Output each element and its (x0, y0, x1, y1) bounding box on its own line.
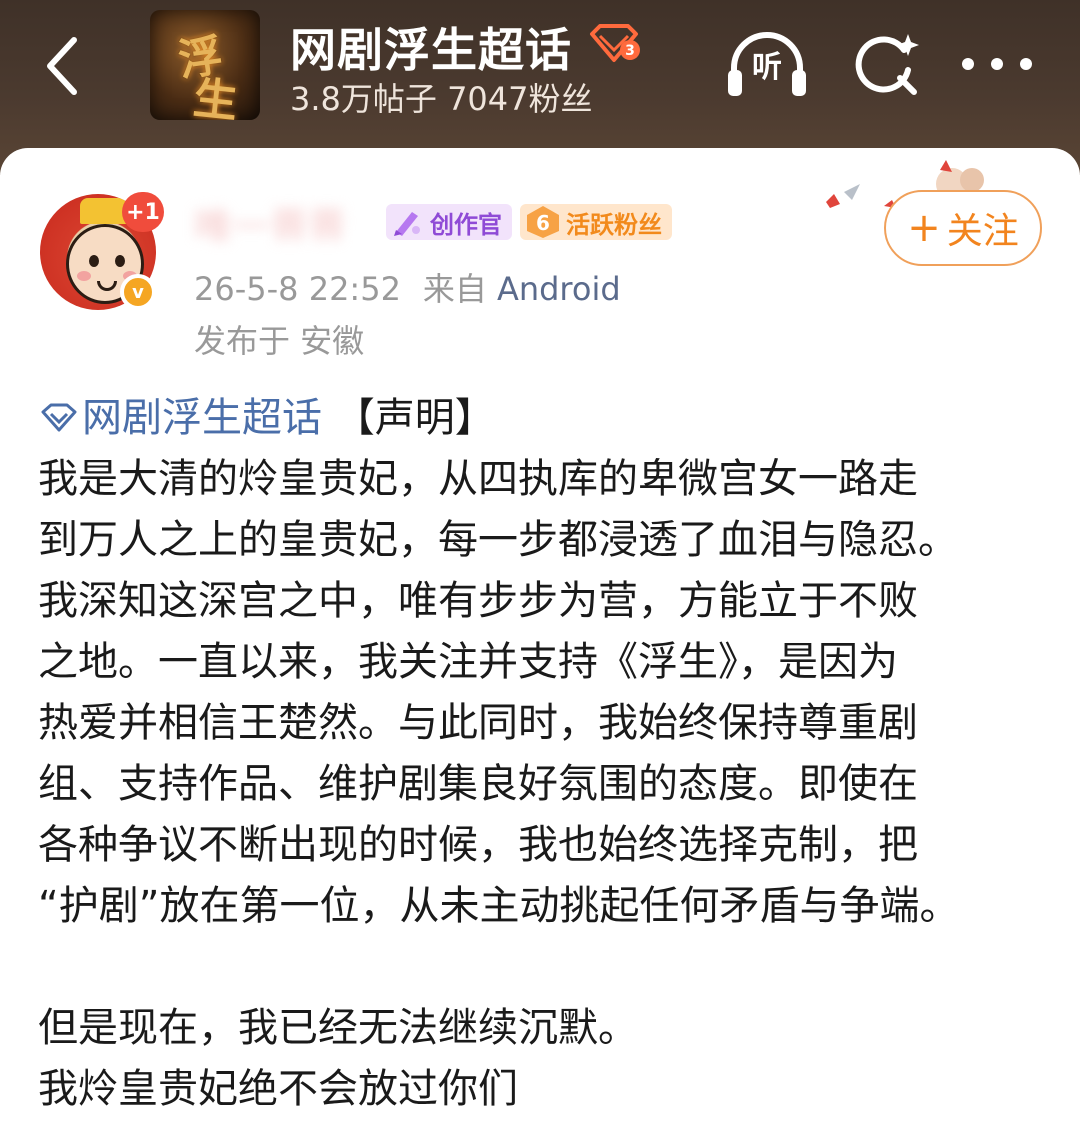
post-closing-line: 我炩皇贵妃绝不会放过你们 (38, 1066, 518, 1112)
creator-tag-label: 创作官 (430, 210, 502, 239)
post-closing-line: 但是现在，我已经无法继续沉默。 (38, 1005, 638, 1051)
post-text-line: 我是大清的炩皇贵妃，从四执库的卑微宫女一路走 (38, 456, 918, 502)
listen-button[interactable]: 听 (724, 30, 810, 102)
topic-link[interactable]: 网剧浮生超话 (38, 395, 335, 441)
listen-label: 听 (752, 50, 782, 85)
chevron-left-icon (47, 37, 77, 95)
verified-badge: v (120, 274, 156, 310)
follow-label: 关注 (946, 211, 1019, 252)
active-fan-label: 活跃粉丝 (566, 210, 662, 239)
back-button[interactable] (30, 28, 94, 104)
avatar-eye (115, 255, 125, 267)
more-dot-icon (962, 58, 974, 70)
post-timestamp: 26-5-8 22:52 (194, 270, 401, 308)
fan-level-number: 6 (536, 211, 550, 235)
search-button[interactable] (852, 30, 924, 102)
post-source-label: 来自 (422, 270, 487, 308)
post-source[interactable]: Android (497, 270, 621, 308)
avatar-eye (89, 255, 99, 267)
cover-char-2: 生 (190, 72, 241, 120)
creator-tag[interactable]: 创作官 (386, 204, 512, 240)
post-text-line: 热爱并相信王楚然。与此同时，我始终保持尊重剧 (38, 700, 918, 746)
search-sparkle-icon (855, 34, 919, 95)
post-text-line: 各种争议不断出现的时候，我也始终选择克制，把 (38, 822, 918, 868)
post-title-tag: 【声明】 (334, 395, 495, 441)
more-dot-icon (1020, 58, 1032, 70)
more-dot-icon (991, 58, 1003, 70)
author-username[interactable]: 唯一晋晋 (194, 196, 374, 240)
topic-title[interactable]: 网剧浮生超话 (290, 14, 572, 80)
topic-cover-image[interactable]: 浮 生 (150, 10, 260, 120)
more-options-button[interactable] (962, 44, 1032, 84)
post-text-line: “护剧”放在第一位，从未主动挑起任何矛盾与争端。 (38, 883, 960, 929)
topic-level-badge-icon: 3 (590, 24, 640, 62)
avatar-mouth (97, 281, 117, 291)
post-meta: 26-5-8 22:52 来自 Android (194, 264, 621, 310)
post-text-line: 我深知这深宫之中，唯有步步为营，方能立于不败 (38, 578, 918, 624)
post-body: 网剧浮生超话 【声明】 我是大清的炩皇贵妃，从四执库的卑微宫女一路走 到万人之上… (38, 388, 1048, 1120)
pen-icon (394, 212, 420, 236)
plus-icon: + (907, 205, 941, 251)
post-text-line: 组、支持作品、维护剧集良好氛围的态度。即使在 (38, 761, 918, 807)
post-text-line: 到万人之上的皇贵妃，每一步都浸透了血泪与隐忍。 (38, 517, 958, 563)
level-badge-number: 3 (625, 43, 635, 59)
topic-link-label: 网剧浮生超话 (82, 395, 322, 441)
plus-one-badge: +1 (122, 192, 164, 232)
avatar-blush (77, 271, 91, 281)
post-location: 发布于 安徽 (194, 322, 365, 360)
super-topic-diamond-icon (41, 403, 77, 432)
post-card: +1 v 唯一晋晋 创作官 6 活跃粉丝 26-5-8 22:52 来自 Andro… (0, 148, 1080, 1138)
active-fan-tag[interactable]: 6 活跃粉丝 (520, 204, 672, 240)
topic-stats: 3.8万帖子 7047粉丝 (290, 80, 593, 118)
post-title-line: 网剧浮生超话 【声明】 (38, 388, 1048, 449)
follow-button[interactable]: + 关注 (884, 190, 1042, 266)
post-text-line: 之地。一直以来，我关注并支持《浮生》，是因为 (38, 639, 898, 685)
